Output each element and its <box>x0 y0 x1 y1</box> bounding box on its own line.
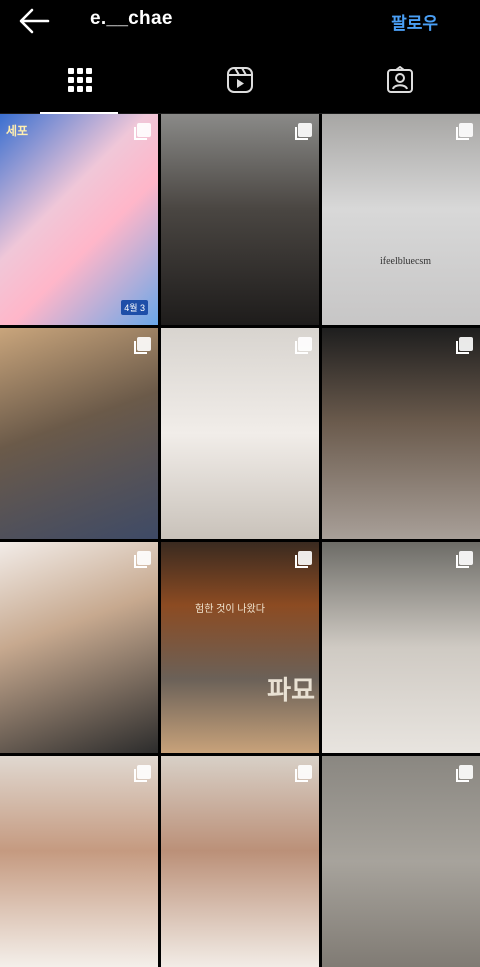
poster-date: 4월 3 <box>121 300 148 315</box>
multiple-photos-icon <box>293 764 313 784</box>
poster-title: 세포 <box>6 124 29 138</box>
multiple-photos-icon <box>454 764 474 784</box>
post-photo <box>322 542 480 753</box>
multiple-photos-icon <box>132 550 152 570</box>
multiple-photos-icon <box>132 336 152 356</box>
post-photo <box>322 114 480 325</box>
multiple-photos-icon <box>454 122 474 142</box>
multiple-photos-icon <box>293 550 313 570</box>
post-photo <box>161 542 319 753</box>
follow-button[interactable]: 팔로우 <box>391 9 438 34</box>
post-photo <box>322 756 480 967</box>
posts-grid: 세포 4월 3 ifeelbluecsm 험한 것이 나왔다 파묘 <box>0 114 480 967</box>
reels-icon <box>226 66 254 99</box>
post-photo <box>0 328 158 539</box>
post-photo <box>0 114 158 325</box>
multiple-photos-icon <box>293 336 313 356</box>
post-tile[interactable] <box>161 328 319 539</box>
post-photo <box>161 328 319 539</box>
post-tile[interactable]: 험한 것이 나왔다 파묘 <box>161 542 319 753</box>
poster-tagline: 험한 것이 나왔다 <box>195 604 265 615</box>
back-arrow-icon[interactable] <box>18 8 52 34</box>
post-photo <box>322 328 480 539</box>
tab-reels[interactable] <box>160 52 320 113</box>
profile-tabs <box>0 52 480 114</box>
multiple-photos-icon <box>293 122 313 142</box>
multiple-photos-icon <box>132 764 152 784</box>
tagged-icon <box>386 65 414 99</box>
post-tile[interactable]: 세포 4월 3 <box>0 114 158 325</box>
post-tile[interactable] <box>322 328 480 539</box>
post-tile[interactable] <box>161 114 319 325</box>
poster-title: 파묘 <box>267 675 315 705</box>
post-photo <box>161 114 319 325</box>
post-tile[interactable] <box>322 756 480 967</box>
shirt-print-text: ifeelbluecsm <box>380 256 432 267</box>
post-tile[interactable]: ifeelbluecsm <box>322 114 480 325</box>
post-photo <box>0 756 158 967</box>
post-tile[interactable] <box>161 756 319 967</box>
profile-username: e.__chae <box>90 8 173 29</box>
post-photo <box>161 756 319 967</box>
tab-tagged[interactable] <box>320 52 480 113</box>
tab-grid[interactable] <box>0 52 160 114</box>
post-tile[interactable] <box>0 542 158 753</box>
post-tile[interactable] <box>322 542 480 753</box>
multiple-photos-icon <box>454 336 474 356</box>
grid-icon <box>67 67 93 98</box>
multiple-photos-icon <box>132 122 152 142</box>
profile-header: e.__chae 팔로우 <box>0 0 480 52</box>
post-photo <box>0 542 158 753</box>
post-tile[interactable] <box>0 328 158 539</box>
multiple-photos-icon <box>454 550 474 570</box>
post-tile[interactable] <box>0 756 158 967</box>
